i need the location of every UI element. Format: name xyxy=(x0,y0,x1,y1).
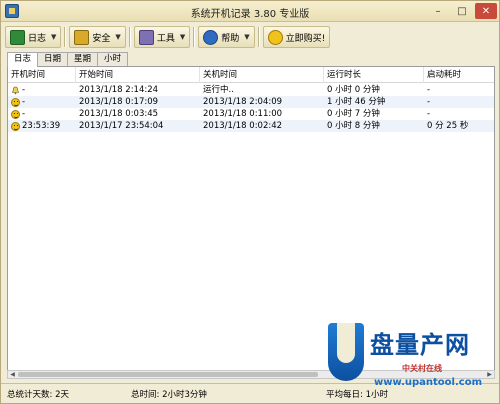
tab-weekday[interactable]: 星期 xyxy=(67,52,99,66)
column-header-start-time[interactable]: 开始时间 xyxy=(76,67,200,83)
log-icon xyxy=(10,29,25,45)
window-title: 系统开机记录 3.80 专业版 xyxy=(190,9,310,20)
smiley-icon xyxy=(11,121,20,131)
column-header-duration[interactable]: 运行时长 xyxy=(324,67,424,83)
cell-duration: 0 小时 0 分钟 xyxy=(327,85,380,95)
minimize-button[interactable]: – xyxy=(427,3,449,19)
tab-log[interactable]: 日志 xyxy=(7,52,39,67)
cell-startup-cost: 0 分 25 秒 xyxy=(427,121,469,131)
cell-boot-time: - xyxy=(8,96,76,108)
table-row[interactable]: - 2013/1/18 2:14:24 运行中.. 0 小时 0 分钟 - xyxy=(8,84,494,96)
buy-now-label: 立即购买! xyxy=(285,33,326,44)
help-icon xyxy=(203,29,219,45)
table-row[interactable]: - 2013/1/18 0:03:45 2013/1/18 0:11:00 0 … xyxy=(8,108,494,120)
app-window: 系统开机记录 3.80 专业版 – □ ✕ 日志 ▼ 安全 ▼ 工具 ▼ 帮助 xyxy=(0,0,500,404)
log-menu-button[interactable]: 日志 ▼ xyxy=(5,26,62,48)
cell-shutdown-time: 2013/1/18 0:02:42 xyxy=(203,121,283,131)
column-header-shutdown-time[interactable]: 关机时间 xyxy=(200,67,324,83)
maximize-button[interactable]: □ xyxy=(451,3,473,19)
security-label: 安全 xyxy=(92,33,111,44)
smiley-icon xyxy=(11,109,20,119)
tools-menu-button[interactable]: 工具 ▼ xyxy=(133,26,191,48)
buy-now-button[interactable]: 立即购买! xyxy=(262,26,331,48)
lock-icon xyxy=(74,29,90,45)
tools-label: 工具 xyxy=(156,33,175,44)
boot-time-value: - xyxy=(22,85,26,95)
table-row[interactable]: - 2013/1/18 0:17:09 2013/1/18 2:04:09 1 … xyxy=(8,96,494,108)
table-row[interactable]: 23:53:39 2013/1/17 23:54:04 2013/1/18 0:… xyxy=(8,120,494,132)
cell-startup-cost: - xyxy=(427,97,431,107)
toolbar-separator xyxy=(257,27,260,47)
smiley-icon xyxy=(267,29,283,45)
column-header-boot-time[interactable]: 开机时间 xyxy=(8,67,76,83)
cell-start-time: 2013/1/18 2:14:24 xyxy=(79,85,159,95)
cell-boot-time: - xyxy=(8,108,76,120)
column-header-startup-cost[interactable]: 启动耗时 xyxy=(424,67,494,83)
cell-start-time: 2013/1/17 23:54:04 xyxy=(79,121,164,131)
scroll-left-icon[interactable]: ◀ xyxy=(8,371,17,378)
log-label: 日志 xyxy=(28,33,47,44)
toolbar-separator xyxy=(64,27,67,47)
tools-icon xyxy=(138,29,154,45)
tab-hour[interactable]: 小时 xyxy=(97,52,129,66)
chevron-down-icon: ▼ xyxy=(244,33,250,41)
cell-startup-cost: - xyxy=(427,85,431,95)
cell-boot-time: - xyxy=(8,84,76,96)
cell-shutdown-time: 运行中.. xyxy=(203,85,234,95)
table-header: 开机时间 开始时间 关机时间 运行时长 启动耗时 xyxy=(8,67,494,83)
cell-shutdown-time: 2013/1/18 0:11:00 xyxy=(203,109,283,119)
cell-duration: 1 小时 46 分钟 xyxy=(327,97,386,107)
smiley-icon xyxy=(11,97,20,107)
cell-duration: 0 小时 7 分钟 xyxy=(327,109,380,119)
cell-startup-cost: - xyxy=(427,109,431,119)
tab-date[interactable]: 日期 xyxy=(37,52,69,66)
boot-time-value: - xyxy=(22,109,26,119)
chevron-down-icon: ▼ xyxy=(51,33,57,41)
view-tabs: 日志 日期 星期 小时 xyxy=(7,52,129,67)
boot-time-value: 23:53:39 xyxy=(22,121,61,131)
cell-boot-time: 23:53:39 xyxy=(8,120,76,132)
status-total-time: 总时间: 2小时3分钟 xyxy=(131,390,207,400)
bell-icon xyxy=(11,86,20,94)
boot-time-value: - xyxy=(22,97,26,107)
watermark-sub: 中关村在线 xyxy=(402,364,442,373)
site-watermark: 盘量产网 中关村在线 www.upantool.com xyxy=(328,323,498,399)
status-total-days: 总统计天数: 2天 xyxy=(7,390,69,400)
cell-shutdown-time: 2013/1/18 2:04:09 xyxy=(203,97,283,107)
close-button[interactable]: ✕ xyxy=(475,3,497,19)
watermark-url: www.upantool.com xyxy=(374,377,482,388)
toolbar-separator xyxy=(128,27,131,47)
toolbar-separator xyxy=(193,27,196,47)
cell-start-time: 2013/1/18 0:03:45 xyxy=(79,109,159,119)
cell-start-time: 2013/1/18 0:17:09 xyxy=(79,97,159,107)
title-bar: 系统开机记录 3.80 专业版 – □ ✕ xyxy=(1,1,499,22)
cell-duration: 0 小时 8 分钟 xyxy=(327,121,380,131)
chevron-down-icon: ▼ xyxy=(179,33,186,41)
help-label: 帮助 xyxy=(221,33,240,44)
security-menu-button[interactable]: 安全 ▼ xyxy=(69,26,126,48)
toolbar: 日志 ▼ 安全 ▼ 工具 ▼ 帮助 ▼ 立即购买! xyxy=(5,25,495,49)
window-controls: – □ ✕ xyxy=(427,3,497,19)
scroll-thumb[interactable] xyxy=(18,372,318,377)
watermark-brand: 盘量产网 xyxy=(370,331,470,359)
chevron-down-icon: ▼ xyxy=(115,33,121,41)
u-logo-icon xyxy=(328,323,364,381)
help-menu-button[interactable]: 帮助 ▼ xyxy=(198,26,255,48)
